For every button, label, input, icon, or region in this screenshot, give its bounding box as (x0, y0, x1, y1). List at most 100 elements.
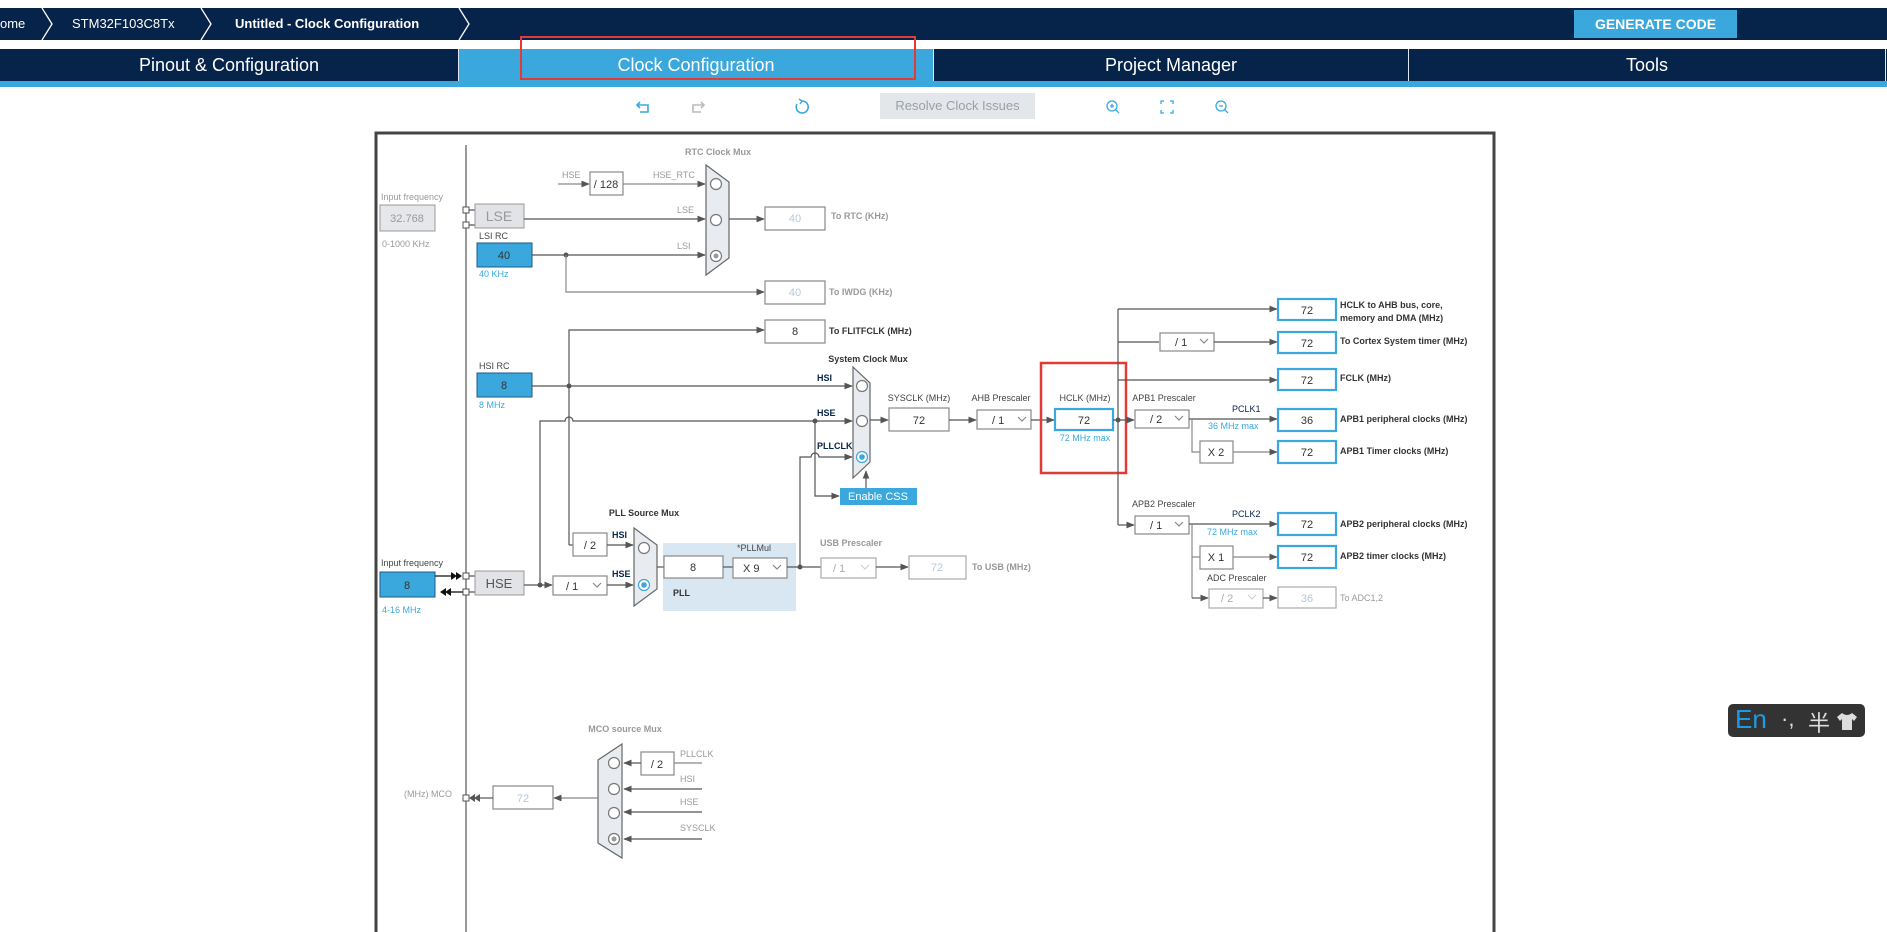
ime-language[interactable]: En (1735, 704, 1767, 735)
adc-prescaler-label: ADC Prescaler (1207, 573, 1267, 583)
apb1-prescaler-value: / 2 (1150, 414, 1162, 426)
fclk-value: 72 (1301, 375, 1313, 387)
apb1-peripheral-value: 36 (1301, 415, 1313, 427)
rtc-radio-hse[interactable] (709, 177, 723, 191)
usb-prescaler-value: / 1 (833, 563, 845, 575)
apb2-peripheral-label: APB2 peripheral clocks (MHz) (1340, 519, 1468, 529)
rtc-lsi-label: LSI (677, 241, 691, 251)
rtc-hse-rtc-label: HSE_RTC (653, 170, 695, 180)
lse-block-label: LSE (486, 208, 512, 224)
shirt-icon[interactable] (1836, 710, 1858, 732)
sysmux-hsi-label: HSI (817, 373, 832, 383)
usb-output-label: To USB (MHz) (972, 562, 1031, 572)
system-clock-mux-title: System Clock Mux (828, 354, 908, 364)
lse-pin (462, 221, 470, 229)
hclk-ahb-label-line2: memory and DMA (MHz) (1340, 313, 1443, 323)
pclk1-label: PCLK1 (1232, 404, 1261, 414)
pllsrc-hse-label: HSE (612, 569, 631, 579)
hse-block-label: HSE (486, 576, 513, 591)
pllmul-value: X 9 (743, 563, 760, 575)
pllmul-label: *PLLMul (737, 543, 771, 553)
hse-input-label: Input frequency (381, 558, 444, 568)
sysmux-radio-hse[interactable] (855, 414, 869, 428)
mco-radio-pllclk[interactable] (607, 756, 621, 770)
cortex-prescaler-value: / 1 (1175, 337, 1187, 349)
lse-input-label: Input frequency (381, 192, 444, 202)
sysmux-pllclk-label: PLLCLK (817, 441, 853, 451)
ime-width[interactable]: 半 (1808, 706, 1830, 738)
rtc-lse-label: LSE (677, 205, 694, 215)
mco-hse-label: HSE (680, 797, 699, 807)
apb2-prescaler-value: / 1 (1150, 520, 1162, 532)
apb1-timer-value: 72 (1301, 447, 1313, 459)
iwdg-output-value: 40 (789, 287, 801, 299)
flitfclk-output-value: 8 (792, 326, 798, 338)
pll-label: PLL (673, 588, 691, 598)
mco-radio-hse[interactable] (607, 806, 621, 820)
lsi-label: LSI RC (479, 231, 509, 241)
pll-input-value: 8 (690, 562, 696, 574)
hse-range: 4-16 MHz (382, 605, 422, 615)
apb2-peripheral-value: 72 (1301, 519, 1313, 531)
lse-pin (462, 206, 470, 214)
lse-input-value: 32.768 (390, 213, 424, 225)
hclk-max: 72 MHz max (1060, 433, 1111, 443)
pclk1-max: 36 MHz max (1208, 421, 1259, 431)
hsi-value: 8 (501, 380, 507, 392)
hse-pin (462, 588, 470, 596)
ahb-prescaler-dropdown[interactable]: / 1 (976, 409, 1032, 430)
cortex-prescaler-dropdown[interactable]: / 1 (1159, 332, 1215, 352)
sysclk-label: SYSCLK (MHz) (888, 393, 951, 403)
adc-output-value: 36 (1301, 593, 1313, 605)
arrow-right-icon (451, 572, 462, 580)
pclk2-max: 72 MHz max (1207, 527, 1258, 537)
pclk2-label: PCLK2 (1232, 509, 1261, 519)
mco-radio-hsi[interactable] (607, 782, 621, 796)
pll-source-mux (633, 526, 658, 608)
usb-prescaler-dropdown[interactable]: / 1 (820, 557, 877, 579)
pll-source-mux-title: PLL Source Mux (609, 508, 679, 518)
apb2-timer-label: APB2 timer clocks (MHz) (1340, 551, 1446, 561)
usb-output-value: 72 (931, 562, 943, 574)
ahb-prescaler-label: AHB Prescaler (971, 393, 1030, 403)
pllsrc-radio-hsi[interactable] (637, 541, 651, 555)
sysclk-value: 72 (913, 415, 925, 427)
iwdg-output-label: To IWDG (KHz) (829, 287, 892, 297)
rtc-output-value: 40 (789, 213, 801, 225)
apb1-timer-label: APB1 Timer clocks (MHz) (1340, 446, 1448, 456)
hse-prescaler-value: / 1 (566, 581, 578, 593)
rtc-div128: / 128 (594, 179, 618, 191)
hclk-ahb-label: HCLK to AHB bus, core, (1340, 300, 1443, 310)
adc-output-label: To ADC1,2 (1340, 593, 1383, 603)
rtc-mux-title: RTC Clock Mux (685, 147, 751, 157)
lsi-value: 40 (498, 250, 510, 262)
apb2-prescaler-label: APB2 Prescaler (1132, 499, 1196, 509)
pllsrc-hsi-label: HSI (612, 530, 627, 540)
sysmux-radio-hsi[interactable] (855, 379, 869, 393)
mco-label: (MHz) MCO (404, 789, 452, 799)
fclk-label: FCLK (MHz) (1340, 373, 1391, 383)
rtc-radio-lse[interactable] (709, 213, 723, 227)
apb2-prescaler-dropdown[interactable]: / 1 (1134, 515, 1190, 535)
apb1-prescaler-dropdown[interactable]: / 2 (1134, 409, 1190, 429)
hse-prescaler-dropdown[interactable]: / 1 (552, 575, 608, 596)
hclk-ahb-value: 72 (1301, 305, 1313, 317)
sysmux-hse-label: HSE (817, 408, 836, 418)
pllmul-dropdown[interactable]: X 9 (732, 557, 788, 579)
cortex-timer-value: 72 (1301, 338, 1313, 350)
enable-css-label: Enable CSS (848, 491, 908, 503)
adc-prescaler-dropdown[interactable]: / 2 (1208, 588, 1264, 609)
ime-toolbar[interactable]: En ·, 半 (1728, 704, 1865, 737)
ime-punctuation[interactable]: ·, (1781, 706, 1794, 732)
mco-sysclk-label: SYSCLK (680, 823, 716, 833)
arrow-left-icon (440, 588, 451, 596)
apb1-timer-multiplier-value: X 2 (1208, 447, 1225, 459)
arrow-left-icon (469, 794, 480, 802)
usb-prescaler-label: USB Prescaler (820, 538, 883, 548)
cortex-timer-label: To Cortex System timer (MHz) (1340, 336, 1467, 346)
apb1-prescaler-label: APB1 Prescaler (1132, 393, 1196, 403)
hse-input-value: 8 (404, 580, 410, 592)
hsi-freq: 8 MHz (479, 400, 506, 410)
hsi-label: HSI RC (479, 361, 510, 371)
adc-prescaler-value: / 2 (1221, 593, 1233, 605)
